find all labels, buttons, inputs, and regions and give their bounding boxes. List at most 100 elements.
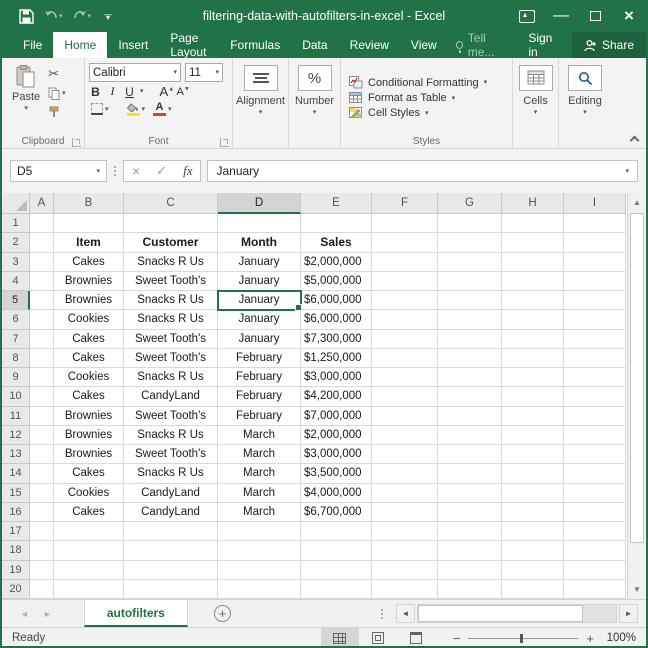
cell-C4[interactable]: Sweet Tooth's [124,271,218,291]
cell-I1[interactable] [564,214,626,234]
cell-G1[interactable] [438,214,502,234]
zoom-slider-thumb[interactable] [520,633,524,643]
cell-G14[interactable] [438,464,502,484]
cell-H12[interactable] [502,425,564,445]
ribbon-tab-view[interactable]: View [400,32,448,58]
cell-G5[interactable] [438,291,502,311]
cell-D6[interactable]: January [218,310,301,330]
underline-button[interactable]: U [123,85,136,99]
cell-F5[interactable] [372,291,438,311]
sign-in-button[interactable]: Sign in [516,31,572,59]
cell-E20[interactable] [301,579,372,599]
cell-B5[interactable]: Brownies [54,291,124,311]
column-header-C[interactable]: C [124,193,218,214]
row-header-6[interactable]: 6 [2,310,30,330]
cell-C10[interactable]: CandyLand [124,387,218,407]
cell-G19[interactable] [438,560,502,580]
cell-I3[interactable] [564,252,626,272]
cell-F17[interactable] [372,522,438,542]
cell-E7[interactable]: $7,300,000 [301,329,372,349]
cell-A17[interactable] [30,522,54,542]
column-header-B[interactable]: B [54,193,124,214]
cell-A9[interactable] [30,368,54,388]
cell-A20[interactable] [30,579,54,599]
cell-F1[interactable] [372,214,438,234]
cell-F8[interactable] [372,348,438,368]
cell-F20[interactable] [372,579,438,599]
scroll-right-icon[interactable]: ► [619,604,638,623]
cell-B2[interactable]: Item [54,233,124,253]
cell-C5[interactable]: Snacks R Us [124,291,218,311]
cell-F6[interactable] [372,310,438,330]
cell-A10[interactable] [30,387,54,407]
cell-G10[interactable] [438,387,502,407]
cell-H8[interactable] [502,348,564,368]
row-header-1[interactable]: 1 [2,214,30,234]
insert-function-icon[interactable]: fx [183,163,192,179]
cell-G18[interactable] [438,541,502,561]
row-header-11[interactable]: 11 [2,406,30,426]
cell-E8[interactable]: $1,250,000 [301,348,372,368]
cell-H9[interactable] [502,368,564,388]
formula-input[interactable]: January ▾ [207,160,638,182]
cell-A16[interactable] [30,502,54,522]
cell-F10[interactable] [372,387,438,407]
cell-A6[interactable] [30,310,54,330]
cell-B3[interactable]: Cakes [54,252,124,272]
editing-button[interactable]: Editing ▾ [563,61,607,134]
cell-F12[interactable] [372,425,438,445]
customize-quick-access-icon[interactable]: — ▾ [104,11,112,22]
row-header-8[interactable]: 8 [2,348,30,368]
row-header-14[interactable]: 14 [2,464,30,484]
cell-B8[interactable]: Cakes [54,348,124,368]
row-header-2[interactable]: 2 [2,233,30,253]
cell-B6[interactable]: Cookies [54,310,124,330]
cell-G6[interactable] [438,310,502,330]
cell-H11[interactable] [502,406,564,426]
cell-C3[interactable]: Snacks R Us [124,252,218,272]
cell-G4[interactable] [438,271,502,291]
select-all-corner[interactable] [2,193,30,214]
cut-icon[interactable]: ✂ [46,66,68,82]
zoom-out-icon[interactable]: − [453,631,461,646]
cell-I4[interactable] [564,271,626,291]
cell-H18[interactable] [502,541,564,561]
row-header-3[interactable]: 3 [2,252,30,272]
cell-C6[interactable]: Snacks R Us [124,310,218,330]
cell-B4[interactable]: Brownies [54,271,124,291]
cell-G15[interactable] [438,483,502,503]
cell-D1[interactable] [218,214,301,234]
cell-H14[interactable] [502,464,564,484]
cell-E14[interactable]: $3,500,000 [301,464,372,484]
cell-C20[interactable] [124,579,218,599]
cell-B1[interactable] [54,214,124,234]
cell-A1[interactable] [30,214,54,234]
minimize-icon[interactable]: — [544,1,578,31]
cell-B11[interactable]: Brownies [54,406,124,426]
next-sheet-icon[interactable]: ► [43,609,52,619]
cell-A5[interactable] [30,291,54,311]
column-header-H[interactable]: H [502,193,564,214]
ribbon-tab-data[interactable]: Data [291,32,338,58]
cell-H16[interactable] [502,502,564,522]
normal-view-icon[interactable] [320,628,359,646]
row-header-9[interactable]: 9 [2,368,30,388]
cell-C12[interactable]: Snacks R Us [124,425,218,445]
cell-F13[interactable] [372,445,438,465]
close-icon[interactable]: × [612,1,646,31]
cells-button[interactable]: Cells ▾ [517,61,554,134]
scroll-left-icon[interactable]: ◄ [396,604,415,623]
cell-G9[interactable] [438,368,502,388]
cell-H5[interactable] [502,291,564,311]
new-sheet-icon[interactable]: + [213,605,231,622]
name-box[interactable]: D5 ▾ [10,160,107,182]
format-painter-icon[interactable] [46,104,68,120]
cell-D9[interactable]: February [218,368,301,388]
cell-I20[interactable] [564,579,626,599]
cell-F4[interactable] [372,271,438,291]
ribbon-tab-insert[interactable]: Insert [107,32,159,58]
vertical-scroll-thumb[interactable] [630,213,644,543]
increase-font-size-button[interactable]: A▲ [160,84,175,99]
row-header-12[interactable]: 12 [2,425,30,445]
cell-G12[interactable] [438,425,502,445]
